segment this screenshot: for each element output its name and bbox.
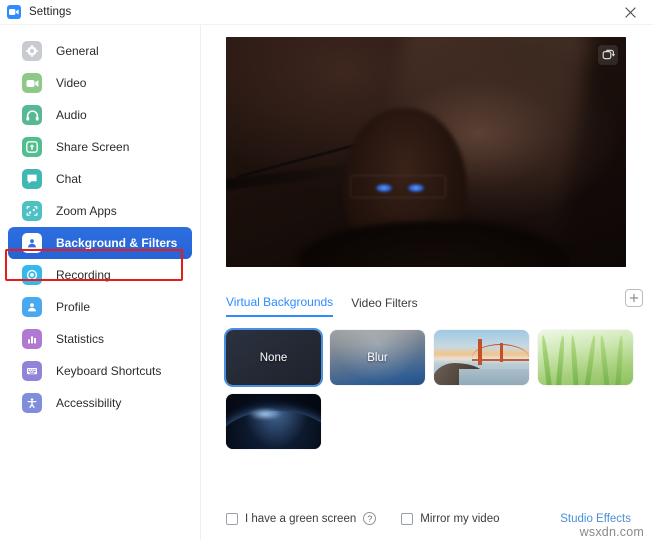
background-person-icon: [22, 233, 42, 253]
tab-virtual-backgrounds[interactable]: Virtual Backgrounds: [226, 295, 334, 317]
grass-blade: [584, 334, 597, 385]
video-preview[interactable]: [226, 37, 626, 267]
background-thumbnail-grid: None Blur: [226, 330, 636, 449]
sidebar-item-label: Background & Filters: [56, 236, 178, 250]
background-tabs: Virtual Backgrounds Video Filters: [226, 289, 643, 317]
grass-blade: [570, 334, 579, 385]
checkbox-box[interactable]: [226, 512, 238, 525]
bridge-tower: [500, 343, 503, 362]
close-button[interactable]: [608, 0, 653, 25]
sidebar-item-recording[interactable]: Recording: [8, 259, 192, 291]
bridge-tower: [478, 339, 482, 365]
studio-effects-link[interactable]: Studio Effects: [560, 513, 631, 525]
grass-blade: [555, 334, 566, 385]
question-mark-icon[interactable]: ?: [363, 512, 377, 525]
sidebar-item-video[interactable]: Video: [8, 67, 192, 99]
panel-footer: I have a green screen ? Mirror my video …: [226, 512, 636, 525]
sidebar-item-label: Statistics: [56, 332, 105, 346]
sidebar-item-background-and-filters[interactable]: Background & Filters: [8, 227, 192, 259]
background-option-grass[interactable]: [538, 330, 633, 385]
background-option-label: None: [259, 351, 288, 364]
sidebar-item-label: Profile: [56, 300, 91, 314]
grass-blade: [599, 334, 610, 385]
settings-sidebar: General Video Audio Share Screen Chat Zo…: [0, 25, 201, 540]
background-option-none[interactable]: None: [226, 330, 321, 385]
sidebar-item-label: Recording: [56, 268, 111, 282]
zoom-apps-icon: [22, 201, 42, 221]
sidebar-item-label: Share Screen: [56, 140, 130, 154]
grass-blade: [540, 334, 553, 385]
zoom-logo-icon: [7, 5, 21, 19]
sidebar-item-general[interactable]: General: [8, 35, 192, 67]
tab-video-filters[interactable]: Video Filters: [351, 296, 417, 316]
sidebar-item-label: General: [56, 44, 99, 58]
profile-person-icon: [22, 297, 42, 317]
sidebar-item-label: Keyboard Shortcuts: [56, 364, 162, 378]
earth-glow: [248, 408, 282, 420]
window-title: Settings: [29, 6, 72, 18]
sidebar-item-accessibility[interactable]: Accessibility: [8, 387, 192, 419]
grass-blade: [615, 334, 624, 385]
recording-icon: [22, 265, 42, 285]
sidebar-item-keyboard-shortcuts[interactable]: Keyboard Shortcuts: [8, 355, 192, 387]
sidebar-item-label: Chat: [56, 172, 82, 186]
window-body: General Video Audio Share Screen Chat Zo…: [0, 25, 653, 540]
sidebar-item-label: Audio: [56, 108, 87, 122]
sidebar-item-label: Video: [56, 76, 87, 90]
sidebar-item-statistics[interactable]: Statistics: [8, 323, 192, 355]
accessibility-icon: [22, 393, 42, 413]
sidebar-item-share-screen[interactable]: Share Screen: [8, 131, 192, 163]
bridge-water: [459, 369, 529, 385]
checkbox-box[interactable]: [401, 512, 414, 525]
camera-flip-icon[interactable]: [598, 45, 618, 65]
mirror-video-label: Mirror my video: [420, 512, 500, 525]
background-option-golden-gate-bridge[interactable]: [434, 330, 529, 385]
chat-bubble-icon: [22, 169, 42, 189]
statistics-bars-icon: [22, 329, 42, 349]
title-bar: Settings: [0, 0, 653, 25]
add-background-button[interactable]: [625, 289, 643, 307]
green-screen-label: I have a green screen: [245, 512, 357, 525]
background-option-blur[interactable]: Blur: [330, 330, 425, 385]
sidebar-item-label: Zoom Apps: [56, 204, 117, 218]
video-camera-icon: [22, 73, 42, 93]
settings-window: Settings General Video Audio Share Scree…: [0, 0, 653, 540]
sidebar-item-audio[interactable]: Audio: [8, 99, 192, 131]
sidebar-item-profile[interactable]: Profile: [8, 291, 192, 323]
background-option-label: Blur: [367, 351, 388, 364]
background-option-earth-from-space[interactable]: [226, 394, 321, 449]
preview-glasses: [350, 175, 446, 198]
gear-icon: [22, 41, 42, 61]
mirror-video-checkbox[interactable]: Mirror my video: [401, 512, 500, 525]
sidebar-item-label: Accessibility: [56, 396, 122, 410]
watermark: wsxdn.com: [579, 525, 644, 539]
keyboard-icon: [22, 361, 42, 381]
share-screen-icon: [22, 137, 42, 157]
background-and-filters-panel: Virtual Backgrounds Video Filters None B…: [201, 25, 653, 540]
sidebar-item-chat[interactable]: Chat: [8, 163, 192, 195]
green-screen-checkbox[interactable]: I have a green screen: [226, 512, 357, 525]
headphones-icon: [22, 105, 42, 125]
sidebar-item-zoom-apps[interactable]: Zoom Apps: [8, 195, 192, 227]
